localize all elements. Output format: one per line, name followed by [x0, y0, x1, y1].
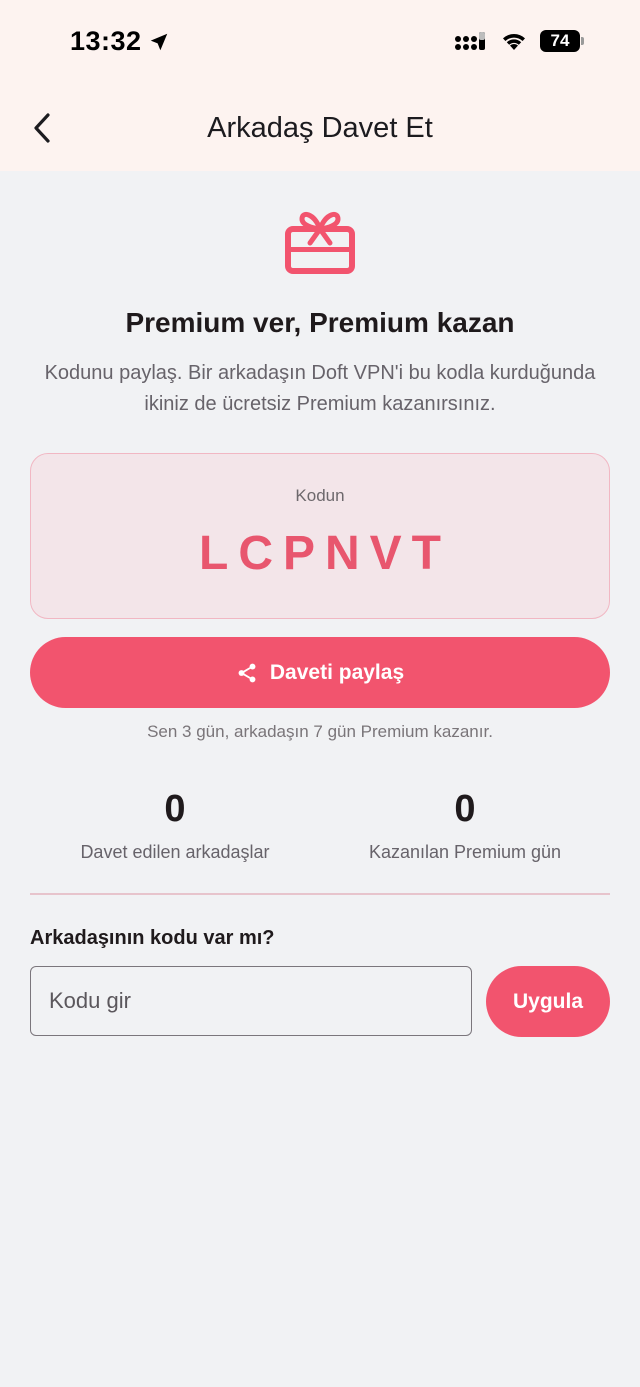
share-invite-button[interactable]: Daveti paylaş — [30, 637, 610, 708]
apply-code-button[interactable]: Uygula — [486, 966, 610, 1037]
app-header: Arkadaş Davet Et — [0, 86, 640, 171]
page-title: Arkadaş Davet Et — [207, 112, 433, 144]
referral-code: LCPNVT — [199, 527, 451, 580]
status-bar: 13:32 74 — [0, 0, 640, 86]
status-time-text: 13:32 — [70, 26, 142, 56]
status-time: 13:32 — [70, 26, 170, 57]
stat-earned-label: Kazanılan Premium gün — [368, 842, 562, 862]
gift-card-icon — [285, 211, 355, 274]
stat-earned-days: 0 Kazanılan Premium gün — [320, 786, 610, 863]
share-invite-label: Daveti paylaş — [269, 660, 405, 684]
headline: Premium ver, Premium kazan — [125, 307, 515, 338]
top-area: 13:32 74 Arkadaş Davet Et — [0, 0, 640, 171]
status-indicators: 74 — [454, 30, 584, 52]
friend-code-input[interactable] — [30, 966, 472, 1036]
cellular-signal-icon — [455, 32, 485, 50]
wifi-icon — [503, 34, 525, 50]
stat-invited-label: Davet edilen arkadaşlar — [80, 842, 270, 862]
stat-earned-value: 0 — [454, 788, 476, 830]
stat-invited-friends: 0 Davet edilen arkadaşlar — [30, 786, 320, 863]
battery-cap — [581, 37, 584, 45]
description: Kodunu paylaş. Bir arkadaşın Doft VPN'i … — [44, 362, 596, 415]
share-icon — [238, 663, 256, 682]
referral-code-card: Kodun LCPNVT — [30, 453, 610, 619]
code-label: Kodun — [295, 486, 345, 505]
battery-indicator: 74 — [540, 30, 584, 52]
stat-invited-value: 0 — [164, 788, 186, 830]
redeem-question: Arkadaşının kodu var mı? — [30, 927, 275, 949]
apply-code-label: Uygula — [512, 989, 583, 1013]
reward-note: Sen 3 gün, arkadaşın 7 gün Premium kazan… — [147, 722, 493, 741]
battery-level: 74 — [540, 30, 580, 52]
location-arrow-icon — [150, 33, 167, 50]
section-divider — [30, 893, 610, 895]
